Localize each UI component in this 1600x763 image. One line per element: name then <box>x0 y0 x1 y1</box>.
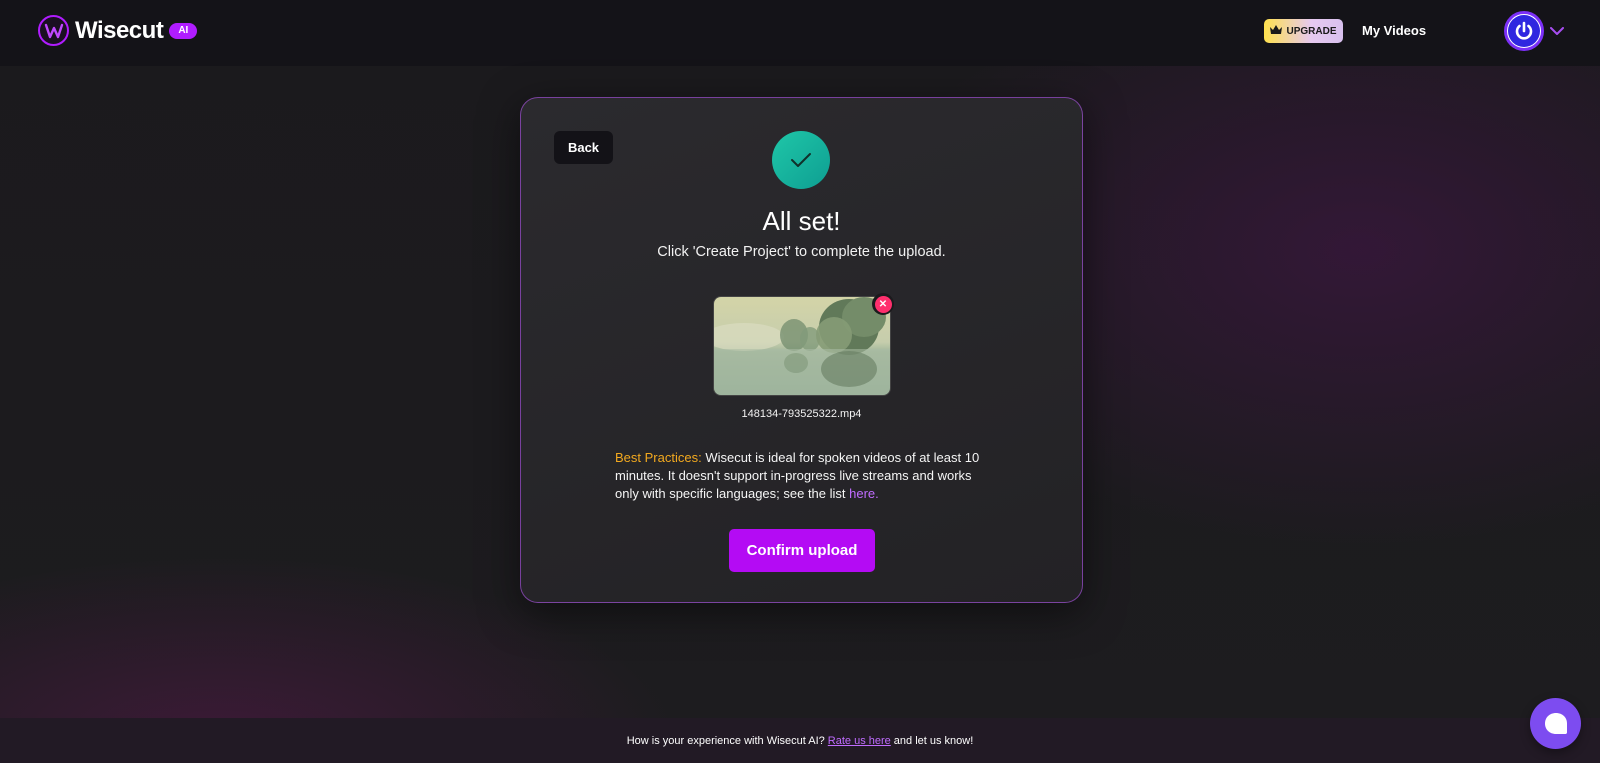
close-icon: ✕ <box>874 295 892 313</box>
brand-logo[interactable]: Wisecut AI <box>38 15 198 46</box>
ai-badge: AI <box>169 22 198 39</box>
feedback-footer: How is your experience with Wisecut AI? … <box>0 718 1600 763</box>
remove-video-button[interactable]: ✕ <box>872 293 894 315</box>
chevron-down-icon[interactable] <box>1550 23 1564 41</box>
brand-name: Wisecut <box>75 16 164 44</box>
upload-card: Back All set! Click 'Create Project' to … <box>520 97 1083 603</box>
page-title: All set! <box>762 206 841 236</box>
check-icon <box>772 131 830 189</box>
best-practices-note: Best Practices: Wisecut is ideal for spo… <box>615 449 990 503</box>
video-thumbnail-container: ✕ <box>713 293 894 396</box>
footer-text-after: and let us know! <box>893 734 974 747</box>
top-header: Wisecut AI UPGRADE My Videos <box>0 0 1600 66</box>
wisecut-logo-icon <box>38 15 69 46</box>
video-thumbnail <box>713 296 891 396</box>
power-icon <box>1508 15 1540 47</box>
confirm-upload-button[interactable]: Confirm upload <box>729 529 875 572</box>
crown-icon <box>1270 25 1283 37</box>
video-filename: 148134-793525322.mp4 <box>741 408 862 420</box>
rate-us-link[interactable]: Rate us here <box>828 735 891 747</box>
languages-link[interactable]: here. <box>849 486 879 501</box>
best-practices-label: Best Practices: <box>615 450 702 465</box>
avatar[interactable] <box>1504 11 1544 51</box>
page-subtitle: Click 'Create Project' to complete the u… <box>657 244 946 260</box>
back-button[interactable]: Back <box>554 131 613 164</box>
upgrade-button[interactable]: UPGRADE <box>1264 19 1343 43</box>
upgrade-label: UPGRADE <box>1286 25 1337 37</box>
footer-text-before: How is your experience with Wisecut AI? <box>626 734 825 747</box>
my-videos-link[interactable]: My Videos <box>1362 23 1426 38</box>
chat-bubble-icon[interactable] <box>1530 698 1581 749</box>
